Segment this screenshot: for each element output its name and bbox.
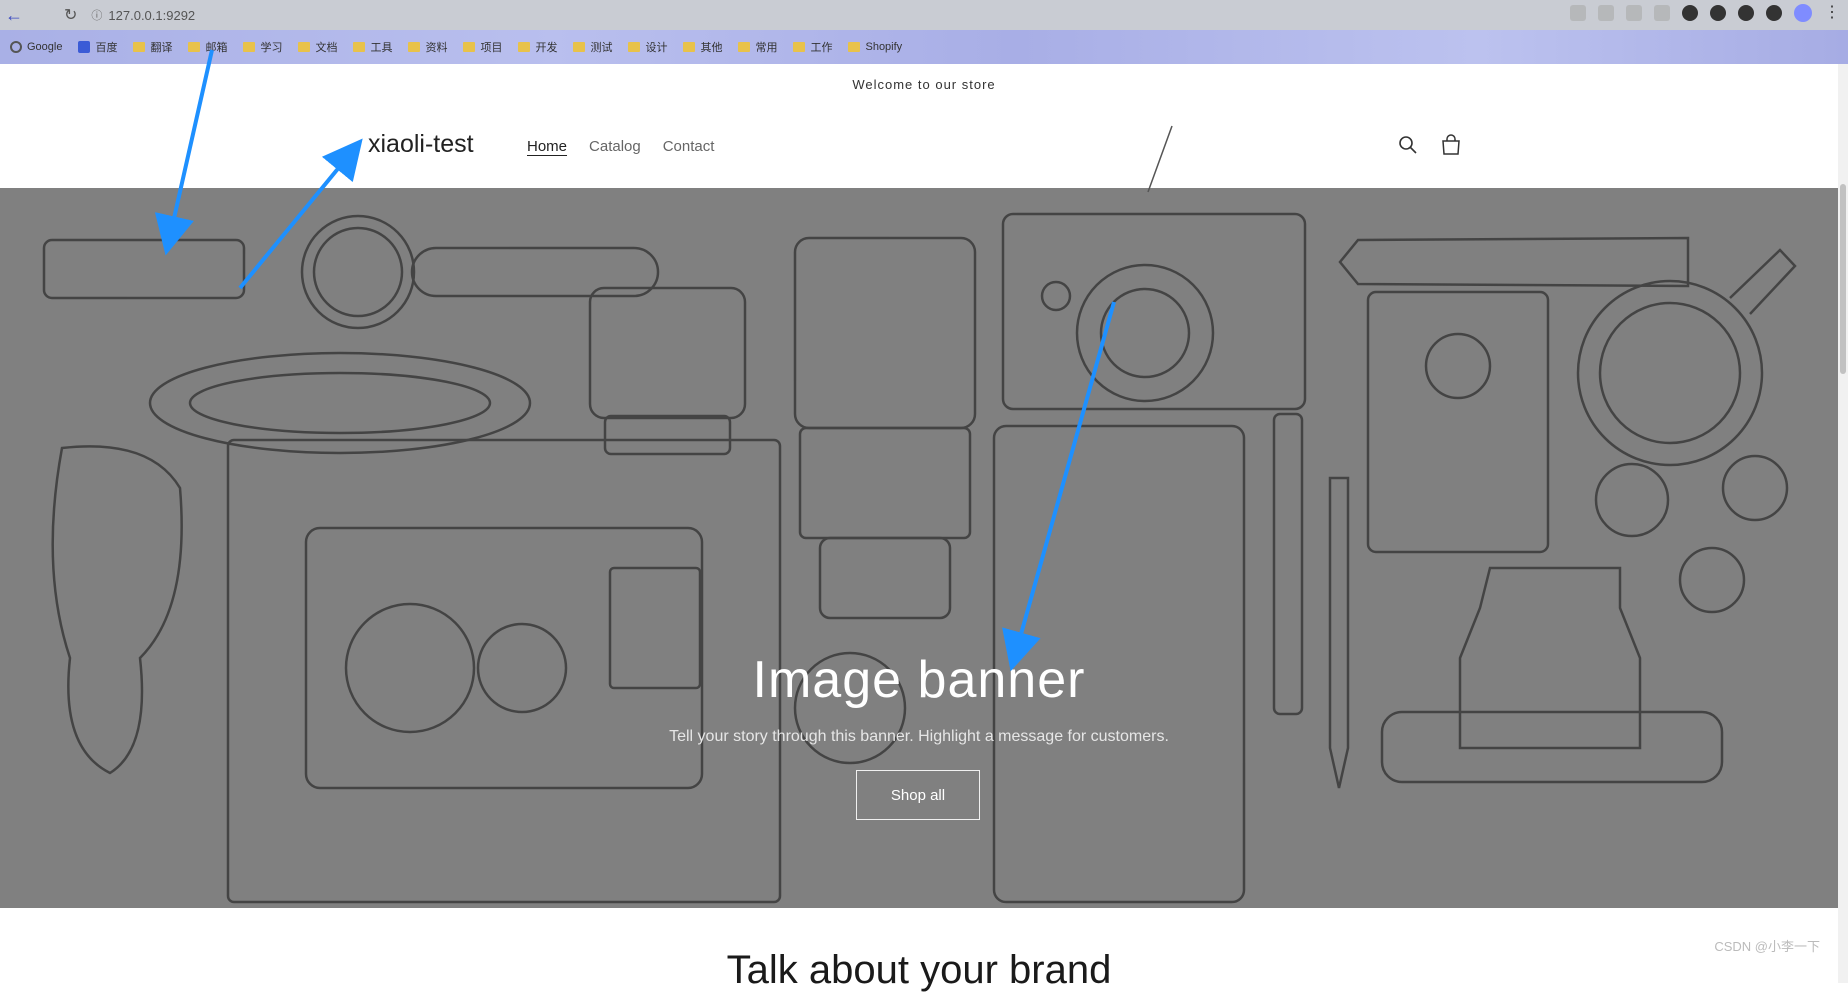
store-logo[interactable]: xiaoli-test [368, 130, 474, 159]
folder-icon [738, 42, 751, 52]
folder-icon [298, 42, 311, 52]
extension-icon[interactable] [1598, 5, 1614, 21]
page-scrollbar[interactable] [1838, 64, 1848, 983]
folder-icon [518, 42, 531, 52]
address-bar[interactable]: ⓘ 127.0.0.1:9292 [91, 4, 195, 26]
nav-catalog[interactable]: Catalog [589, 138, 641, 155]
puzzle-icon[interactable] [1738, 5, 1754, 21]
google-icon [10, 41, 22, 53]
extension-icon[interactable] [1682, 5, 1698, 21]
bookmark-folder[interactable]: 其他 [683, 39, 722, 55]
bookmark-folder[interactable]: 工具 [353, 39, 392, 55]
folder-icon [628, 42, 641, 52]
nav-home[interactable]: Home [527, 138, 567, 155]
brand-heading: Talk about your brand [726, 948, 1112, 992]
folder-icon [793, 42, 806, 52]
folder-icon [573, 42, 586, 52]
folder-icon [243, 42, 256, 52]
folder-icon [133, 42, 146, 52]
back-icon[interactable]: ← [0, 1, 28, 29]
reload-icon[interactable]: ↻ [64, 5, 77, 25]
browser-actions: ⋮ [1570, 4, 1840, 22]
bookmark-folder[interactable]: 工作 [793, 39, 832, 55]
extension-icon[interactable] [1710, 5, 1726, 21]
scrollbar-thumb[interactable] [1840, 184, 1846, 374]
image-banner: Image banner Tell your story through thi… [0, 188, 1838, 908]
bookmarks-bar: Google 百度 翻译 邮箱 学习 文档 工具 资料 项目 开发 测试 设计 … [0, 30, 1848, 64]
watermark: CSDN @小李一下 [1714, 939, 1820, 954]
bookmark-folder[interactable]: 项目 [463, 39, 502, 55]
bookmark-folder[interactable]: 设计 [628, 39, 667, 55]
translate-icon[interactable] [1570, 5, 1586, 21]
search-icon[interactable] [1398, 135, 1418, 160]
bookmark-folder[interactable]: 文档 [298, 39, 337, 55]
folder-icon [353, 42, 366, 52]
store-header: xiaoli-test Home Catalog Contact [0, 104, 1848, 188]
announcement-bar: Welcome to our store [0, 64, 1848, 105]
bookmark-google[interactable]: Google [10, 41, 62, 53]
folder-icon [463, 42, 476, 52]
address-text[interactable]: 127.0.0.1:9292 [108, 8, 195, 23]
folder-icon [848, 42, 861, 52]
baidu-icon [78, 41, 91, 53]
extension-icon[interactable] [1766, 5, 1782, 21]
bookmark-folder[interactable]: Shopify [848, 41, 902, 53]
folder-icon [683, 42, 696, 52]
cart-icon[interactable] [1440, 134, 1462, 161]
bookmark-item[interactable]: 百度 [78, 39, 117, 55]
nav-contact[interactable]: Contact [663, 138, 715, 155]
menu-icon[interactable]: ⋮ [1824, 5, 1840, 21]
extension-icon[interactable] [1654, 5, 1670, 21]
main-nav: Home Catalog Contact [527, 138, 714, 155]
shop-all-button[interactable]: Shop all [856, 770, 980, 820]
bookmark-folder[interactable]: 资料 [408, 39, 447, 55]
banner-subtitle: Tell your story through this banner. Hig… [669, 728, 1169, 745]
bookmark-folder[interactable]: 翻译 [133, 39, 172, 55]
header-actions [1398, 134, 1462, 161]
bookmark-folder[interactable]: 常用 [738, 39, 777, 55]
profile-avatar[interactable] [1794, 4, 1812, 22]
browser-toolbar: ← ↻ ⓘ 127.0.0.1:9292 ⋮ [0, 0, 1848, 30]
bookmark-folder[interactable]: 邮箱 [188, 39, 227, 55]
bookmark-folder[interactable]: 学习 [243, 39, 282, 55]
bookmark-folder[interactable]: 开发 [518, 39, 557, 55]
folder-icon [408, 42, 421, 52]
info-icon[interactable]: ⓘ [91, 7, 102, 23]
extension-icon[interactable] [1626, 5, 1642, 21]
bookmark-folder[interactable]: 测试 [573, 39, 612, 55]
banner-title: Image banner [752, 651, 1086, 709]
folder-icon [188, 42, 201, 52]
